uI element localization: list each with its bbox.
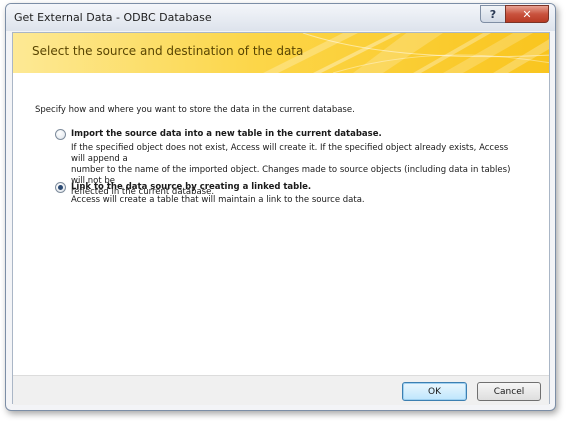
link-option-label[interactable]: Link to the data source by creating a li… [71,182,311,192]
help-icon: ? [489,7,497,21]
close-button[interactable]: ✕ [505,5,549,23]
dialog-window: Get External Data - ODBC Database ? ✕ Se… [5,3,556,411]
title-bar[interactable]: Get External Data - ODBC Database ? ✕ [6,4,555,31]
help-button[interactable]: ? [480,5,505,23]
link-option-description: Access will create a table that will mai… [71,195,521,206]
header-banner: Select the source and destination of the… [13,33,549,73]
radio-selected-dot [58,185,63,190]
caption-buttons: ? ✕ [480,5,549,23]
intro-text: Specify how and where you want to store … [35,105,355,115]
button-bar: OK Cancel [13,375,549,405]
dialog-content: Select the source and destination of the… [12,32,550,405]
banner-title: Select the source and destination of the… [32,44,304,58]
close-icon: ✕ [522,7,532,21]
ok-button[interactable]: OK [402,382,467,401]
import-option-label[interactable]: Import the source data into a new table … [71,129,382,139]
description-line: Access will create a table that will mai… [71,195,365,205]
description-line: If the specified object does not exist, … [71,143,509,164]
cancel-button[interactable]: Cancel [477,382,541,401]
link-radio[interactable] [55,182,66,193]
import-radio[interactable] [55,129,66,140]
window-title: Get External Data - ODBC Database [14,11,212,24]
